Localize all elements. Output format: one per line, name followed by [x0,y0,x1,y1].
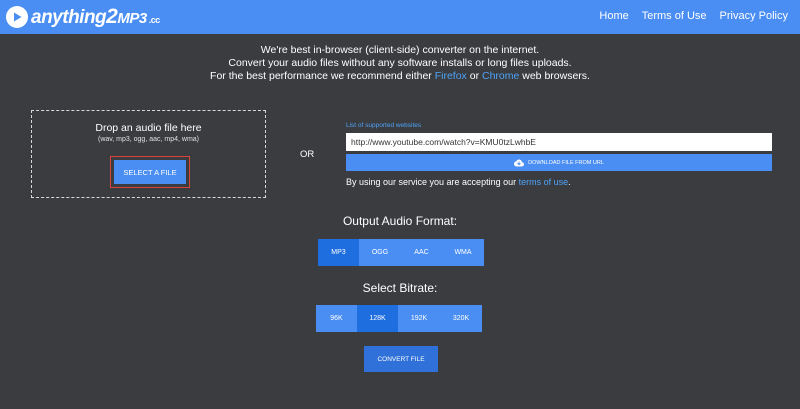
file-dropzone[interactable]: Drop an audio file here (wav, mp3, ogg, … [31,110,266,198]
format-mp3-button[interactable]: MP3 [318,239,359,266]
output-format-title: Output Audio Format: [342,214,458,228]
bitrate-group: 96K 128K 192K 320K [316,305,482,332]
url-input[interactable] [346,133,772,151]
download-button-label: DOWNLOAD FILE FROM URL [528,159,604,166]
nav-home-link[interactable]: Home [599,10,628,22]
site-logo[interactable]: anything2MP3 .cc [6,5,160,29]
nav-terms-link[interactable]: Terms of Use [642,10,707,22]
bitrate-192k-button[interactable]: 192K [398,305,440,332]
intro-text: We're best in-browser (client-side) conv… [0,44,800,83]
intro-line-2: Convert your audio files without any sof… [228,57,572,69]
url-section: List of supported websites DOWNLOAD FILE… [346,122,772,187]
bitrate-320k-button[interactable]: 320K [440,305,482,332]
firefox-link[interactable]: Firefox [435,70,467,82]
dropzone-formats: (wav, mp3, ogg, aac, mp4, wma) [97,136,200,143]
download-from-url-button[interactable]: DOWNLOAD FILE FROM URL [346,154,772,171]
format-ogg-button[interactable]: OGG [359,239,401,266]
format-wma-button[interactable]: WMA [442,239,484,266]
or-separator: OR [300,149,315,160]
logo-text: anything2MP3 .cc [31,5,160,28]
bitrate-96k-button[interactable]: 96K [316,305,357,332]
cloud-download-icon [514,159,525,166]
output-format-group: MP3 OGG AAC WMA [318,239,484,266]
intro-line-1: We're best in-browser (client-side) conv… [260,44,540,56]
format-aac-button[interactable]: AAC [401,239,442,266]
terms-notice: By using our service you are accepting o… [346,177,571,187]
terms-of-use-link[interactable]: terms of use [519,177,569,187]
select-file-highlight: SELECT A FILE [110,156,190,188]
site-header: anything2MP3 .cc Home Terms of Use Privac… [0,0,800,34]
top-nav: Home Terms of Use Privacy Policy [599,10,788,22]
supported-websites-link[interactable]: List of supported websites [346,122,772,132]
chrome-link[interactable]: Chrome [482,70,519,82]
select-file-button[interactable]: SELECT A FILE [114,160,186,184]
dropzone-title: Drop an audio file here [95,122,202,134]
intro-line-3: For the best performance we recommend ei… [210,70,590,82]
bitrate-title: Select Bitrate: [362,281,438,295]
bitrate-128k-button[interactable]: 128K [357,305,398,332]
nav-privacy-link[interactable]: Privacy Policy [720,10,788,22]
play-circle-icon [6,6,28,28]
convert-file-button[interactable]: CONVERT FILE [364,346,438,372]
